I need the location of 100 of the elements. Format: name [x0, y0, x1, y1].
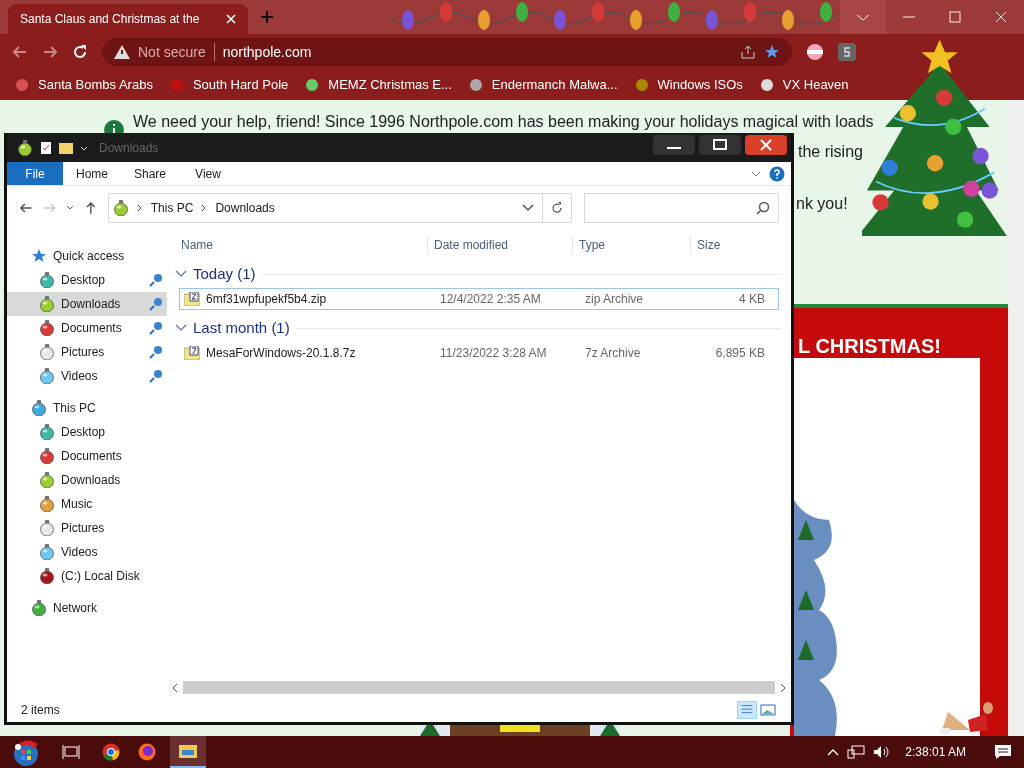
nav-item[interactable]: Desktop: [7, 420, 167, 444]
notice-text: We need your help, friend! Since 1996 Northpole.com has been making your holidays magical with loads: [133, 114, 874, 130]
column-header[interactable]: Size: [690, 236, 766, 254]
back-icon[interactable]: [19, 201, 33, 215]
chevron-icon[interactable]: [175, 269, 187, 279]
archive-icon: [184, 346, 200, 360]
address-bar[interactable]: Not secure northpole.com: [102, 38, 792, 66]
nav-item[interactable]: Quick access: [7, 244, 167, 268]
nav-item[interactable]: Downloads: [7, 468, 167, 492]
bookmark[interactable]: MEMZ Christmas E...: [304, 75, 452, 95]
orb-icon: [39, 448, 55, 464]
orb-icon: [39, 472, 55, 488]
folder-icon[interactable]: [59, 140, 73, 155]
breadcrumb-item[interactable]: Downloads: [215, 199, 275, 217]
search-field[interactable]: [583, 193, 779, 223]
forward-icon[interactable]: [42, 44, 58, 60]
address-field[interactable]: This PC Downloads: [107, 193, 543, 223]
file-row[interactable]: 6mf31wpfupekf5b4.zip 12/4/2022 2:35 AM zip Archive 4 KB: [179, 288, 779, 310]
pin-icon[interactable]: [149, 273, 163, 287]
chevron-up-icon[interactable]: [827, 747, 840, 757]
close-icon[interactable]: [745, 135, 787, 155]
minimize-icon[interactable]: [653, 135, 695, 155]
up-icon[interactable]: [84, 201, 98, 215]
file-name: MesaForWindows-20.1.8.7z: [206, 345, 356, 362]
back-icon[interactable]: [12, 44, 28, 60]
column-header[interactable]: Name: [167, 236, 427, 254]
caret-icon[interactable]: [66, 204, 75, 212]
extension-icon[interactable]: [838, 43, 856, 61]
breadcrumb-item[interactable]: This PC: [150, 199, 194, 217]
ribbon-tab[interactable]: Share: [121, 162, 179, 185]
orb-icon: [31, 600, 47, 616]
bookmark[interactable]: VX Heaven: [758, 75, 849, 95]
pin-icon[interactable]: [149, 321, 163, 335]
column-header[interactable]: Date modified: [427, 236, 572, 254]
bookmark[interactable]: South Hard Pole: [168, 75, 289, 95]
nav-item[interactable]: (C:) Local Disk: [7, 564, 167, 588]
chrome-icon[interactable]: [102, 743, 120, 761]
notice-text: the rising: [798, 144, 863, 160]
pin-icon[interactable]: [149, 297, 163, 311]
column-header[interactable]: Type: [572, 236, 690, 254]
nav-item[interactable]: Desktop: [7, 268, 167, 292]
pin-icon[interactable]: [149, 369, 163, 383]
properties-icon[interactable]: [39, 140, 53, 155]
browser-tab[interactable]: Santa Claus and Christmas at the: [8, 4, 248, 34]
warning-icon: [114, 45, 130, 59]
status-text: 2 items: [21, 702, 60, 719]
nav-item[interactable]: Network: [7, 596, 167, 620]
archive-icon: [184, 292, 200, 306]
speaker-icon[interactable]: [873, 745, 892, 759]
group-header[interactable]: Today (1): [193, 262, 256, 286]
nav-item[interactable]: Pictures: [7, 516, 167, 540]
help-icon[interactable]: [769, 165, 785, 182]
notification-icon[interactable]: [994, 744, 1012, 760]
flag-icon[interactable]: [806, 43, 824, 61]
nav-item[interactable]: Downloads: [7, 292, 167, 316]
task-view-icon[interactable]: [62, 744, 80, 760]
bookmark[interactable]: Windows ISOs: [633, 75, 743, 95]
url-text: northpole.com: [222, 42, 312, 62]
group-header[interactable]: Last month (1): [193, 316, 290, 340]
nav-item[interactable]: Videos: [7, 540, 167, 564]
bookmark[interactable]: Endermanch Malwa...: [467, 75, 618, 95]
scrollbar[interactable]: [1008, 100, 1024, 736]
nav-item[interactable]: Music: [7, 492, 167, 516]
details-view-icon[interactable]: [737, 701, 757, 719]
chevron-icon[interactable]: [201, 204, 208, 212]
orb-icon: [39, 520, 55, 536]
new-tab-icon[interactable]: [260, 10, 274, 24]
orb-icon: [39, 544, 55, 560]
close-icon[interactable]: [226, 14, 236, 24]
clock[interactable]: 2:38:01 AM: [905, 743, 966, 761]
caret-icon[interactable]: [521, 204, 534, 212]
share-icon[interactable]: [740, 44, 756, 60]
nav-item[interactable]: Pictures: [7, 340, 167, 364]
ribbon-tab[interactable]: View: [179, 162, 237, 185]
security-label: Not secure: [138, 42, 206, 62]
file-row[interactable]: MesaForWindows-20.1.8.7z 11/23/2022 3:28 AM 7z Archive 6,895 KB: [179, 342, 779, 364]
refresh-icon: [550, 202, 563, 214]
reload-icon[interactable]: [72, 44, 88, 60]
bookmark[interactable]: Santa Bombs Arabs: [14, 75, 153, 95]
notice-text: nk you!: [796, 196, 848, 212]
scroll-left-icon[interactable]: [171, 682, 179, 693]
file-name: 6mf31wpfupekf5b4.zip: [206, 291, 327, 308]
chevron-icon[interactable]: [175, 323, 187, 333]
firefox-icon[interactable]: [138, 743, 156, 761]
scroll-right-icon[interactable]: [779, 682, 787, 693]
table-cell-text: 6,895 KB: [714, 345, 765, 362]
network-icon[interactable]: [847, 745, 866, 759]
refresh-button[interactable]: [542, 193, 572, 223]
ribbon-tab[interactable]: Home: [63, 162, 121, 185]
nav-item[interactable]: Documents: [7, 316, 167, 340]
explorer-taskbar-button[interactable]: [170, 736, 206, 768]
maximize-icon[interactable]: [699, 135, 741, 155]
star-icon[interactable]: [764, 44, 780, 60]
nav-item[interactable]: Documents: [7, 444, 167, 468]
nav-item[interactable]: This PC: [7, 396, 167, 420]
nav-item[interactable]: Videos: [7, 364, 167, 388]
pin-icon[interactable]: [149, 345, 163, 359]
chevron-icon[interactable]: [136, 204, 143, 212]
orb-icon: [31, 400, 47, 416]
tiles-view-icon[interactable]: [759, 701, 777, 719]
